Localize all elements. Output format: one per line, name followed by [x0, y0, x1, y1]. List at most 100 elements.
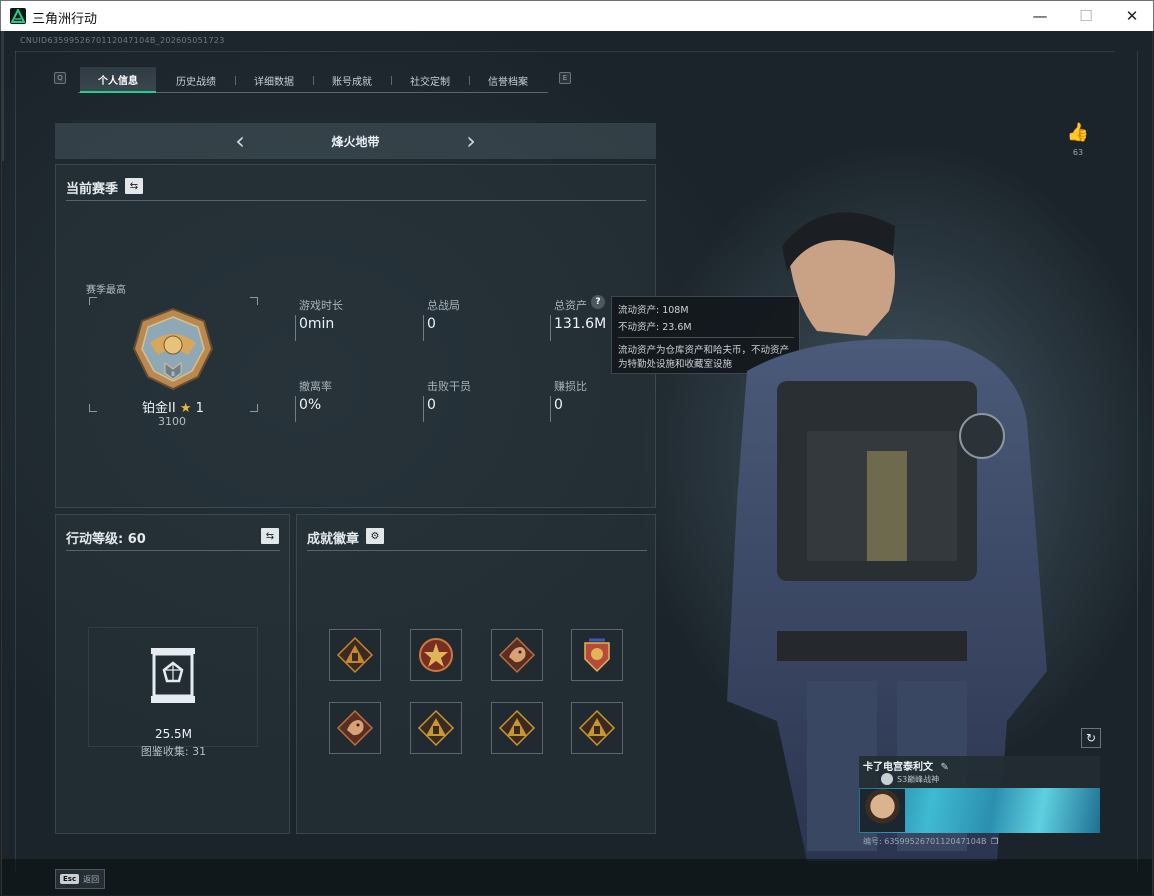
stat-divider	[423, 396, 424, 422]
profit-ratio-value: 0	[554, 397, 563, 413]
player-uid: CNUID6359952670112047104B_202605051723	[20, 36, 225, 45]
kills-value: 0	[427, 397, 436, 413]
season-panel: 当前赛季 ⇆ 赛季最高 II 铂金II ★ 1 3100 游戏时长 0min 总…	[55, 164, 656, 508]
tab-account-achievements[interactable]: 账号成就	[314, 67, 390, 93]
swap-icon: ⇆	[265, 530, 275, 542]
rank-name: 铂金II ★ 1	[142, 397, 204, 416]
achievement-badge[interactable]	[410, 702, 462, 754]
achievements-panel: 成就徽章 ⚙	[296, 514, 656, 834]
mode-label: 烽火地带	[331, 135, 380, 149]
level-switch-button[interactable]: ⇆	[261, 528, 279, 544]
star-icon: ★	[179, 401, 192, 416]
footer-bar	[2, 859, 1152, 895]
play-time-value: 0min	[299, 316, 335, 332]
question-icon: ?	[595, 297, 601, 307]
achievement-badge[interactable]	[410, 629, 462, 681]
tooltip-description-line2: 为特勤处设施和收藏室设施	[618, 359, 733, 370]
frame-corner	[89, 404, 97, 412]
like-count: 63	[1072, 148, 1084, 157]
stat-divider	[550, 315, 551, 341]
season-switch-button[interactable]: ⇆	[125, 178, 143, 194]
total-assets-label: 总资产	[554, 299, 587, 312]
refresh-card-button[interactable]: ↻	[1081, 728, 1101, 748]
frame-corner	[89, 297, 97, 305]
total-assets-value: 131.6M	[554, 316, 607, 332]
tab-social-customization[interactable]: 社交定制	[392, 67, 468, 93]
frame-corner	[250, 297, 258, 305]
achievement-badge[interactable]	[491, 702, 543, 754]
dragon-badge-icon	[498, 636, 536, 674]
rank-score: 3100	[158, 415, 186, 428]
back-label: 返回	[83, 874, 100, 884]
collection-count: 图鉴收集: 31	[140, 745, 207, 758]
player-card-header: 卡了电宫泰利文 ✎ S3巅峰战神	[859, 756, 1100, 788]
copy-icon[interactable]: ❐	[991, 837, 998, 846]
total-matches-label: 总战局	[427, 299, 460, 312]
prev-tab-key[interactable]: Q	[54, 72, 66, 84]
hud-frame-line	[15, 51, 16, 871]
player-id: 编号: 6359952670112047104B ❐	[863, 836, 998, 847]
panel-divider	[66, 200, 646, 201]
player-id-text: 编号: 6359952670112047104B	[863, 837, 987, 846]
svg-text:II: II	[171, 371, 175, 378]
evac-rate-value: 0%	[299, 397, 322, 413]
rank-caption: 赛季最高	[86, 285, 126, 296]
like-button[interactable]: 👍	[1066, 121, 1090, 143]
pyramid-badge-icon	[336, 636, 374, 674]
achievement-badge[interactable]	[329, 629, 381, 681]
pyramid-badge-icon	[417, 709, 455, 747]
player-rank-title: S3巅峰战神	[897, 775, 940, 784]
back-button[interactable]: Esc 返回	[55, 869, 105, 889]
window-titlebar: 三角洲行动 — ☐ ✕	[0, 0, 1154, 31]
achievements-title: 成就徽章	[307, 532, 360, 547]
achievements-settings-button[interactable]: ⚙	[366, 528, 384, 544]
tab-detailed-data[interactable]: 详细数据	[236, 67, 312, 93]
minimize-button[interactable]: —	[1017, 1, 1063, 31]
tab-bar: 个人信息 历史战绩 详细数据 账号成就 社交定制 信誉档案	[78, 67, 548, 93]
achievement-badge[interactable]	[491, 629, 543, 681]
collection-case-icon	[151, 648, 195, 703]
tab-credit-record[interactable]: 信誉档案	[470, 67, 546, 93]
edit-name-icon[interactable]: ✎	[940, 762, 948, 773]
pyramid-badge-icon	[578, 709, 616, 747]
next-tab-key[interactable]: E	[559, 72, 571, 84]
refresh-icon: ↻	[1085, 731, 1097, 745]
minimize-icon: —	[1032, 7, 1048, 25]
kills-label: 击败干员	[427, 380, 471, 393]
maximize-button[interactable]: ☐	[1063, 1, 1109, 31]
platinum-rank-emblem-icon: II	[132, 307, 214, 391]
tooltip-fixed-assets: 不动资产: 23.6M	[618, 322, 692, 333]
next-mode-button[interactable]: ›	[458, 127, 484, 155]
hud-frame-line	[1137, 51, 1138, 871]
maximize-icon: ☐	[1079, 7, 1093, 25]
esc-key-hint: Esc	[60, 874, 80, 884]
app-logo-icon	[10, 8, 26, 24]
player-card[interactable]: 卡了电宫泰利文 ✎ S3巅峰战神	[859, 756, 1100, 833]
thumbs-up-icon: 👍	[1066, 121, 1090, 143]
close-icon: ✕	[1125, 7, 1139, 25]
avatar	[860, 789, 905, 832]
dragon-badge-icon	[336, 709, 374, 747]
total-matches-value: 0	[427, 316, 436, 332]
window-title: 三角洲行动	[32, 12, 98, 27]
tooltip-liquid-assets: 流动资产: 108M	[618, 305, 689, 316]
level-panel: 行动等级: 60 ⇆ 25.5M 图鉴收集: 31	[55, 514, 290, 834]
tab-match-history[interactable]: 历史战绩	[158, 67, 234, 93]
assets-help-button[interactable]: ?	[591, 295, 605, 309]
stat-divider	[295, 396, 296, 422]
pyramid-badge-icon	[498, 709, 536, 747]
profit-ratio-label: 赚损比	[554, 380, 587, 393]
stat-divider	[550, 396, 551, 422]
rank-title-icon	[881, 773, 893, 785]
star-seal-badge-icon	[419, 638, 453, 672]
level-title: 行动等级: 60	[66, 532, 146, 547]
achievement-badge[interactable]	[571, 702, 623, 754]
hud-frame-line	[15, 51, 1115, 52]
close-button[interactable]: ✕	[1109, 1, 1154, 31]
achievement-badge[interactable]	[571, 629, 623, 681]
player-name-text: 卡了电宫泰利文	[863, 762, 933, 773]
gear-icon: ⚙	[370, 530, 380, 542]
tab-profile[interactable]: 个人信息	[80, 67, 156, 93]
achievement-badge[interactable]	[329, 702, 381, 754]
evac-rate-label: 撤离率	[299, 380, 332, 393]
